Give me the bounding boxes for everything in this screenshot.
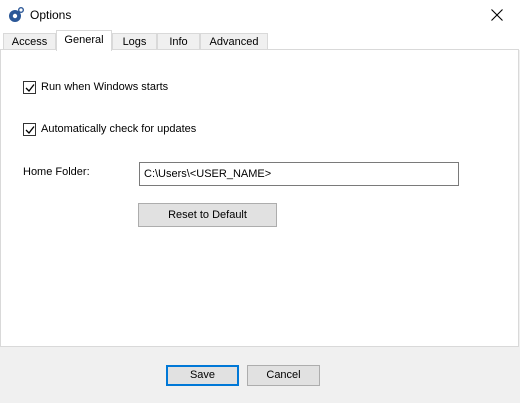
close-icon [491,9,503,21]
home-folder-input[interactable] [139,162,459,186]
tab-strip: Access General Logs Info Advanced [0,30,520,51]
cancel-button[interactable]: Cancel [247,365,320,386]
close-button[interactable] [474,0,520,30]
tab-access[interactable]: Access [3,33,56,50]
run-on-startup-checkbox[interactable] [23,81,36,94]
reset-to-default-button[interactable]: Reset to Default [138,203,277,227]
window-title: Options [30,8,72,22]
app-gear-icon [8,7,24,23]
general-tab-panel: Run when Windows starts Automatically ch… [0,49,519,347]
title-bar: Options [0,0,520,30]
tab-logs[interactable]: Logs [112,33,157,50]
tab-general[interactable]: General [56,30,112,51]
checkmark-icon [25,126,35,134]
checkmark-icon [25,84,35,92]
tab-advanced[interactable]: Advanced [200,33,268,50]
auto-update-checkbox[interactable] [23,123,36,136]
run-on-startup-label[interactable]: Run when Windows starts [41,81,168,94]
tab-info[interactable]: Info [157,33,200,50]
auto-update-label[interactable]: Automatically check for updates [41,123,196,136]
home-folder-label: Home Folder: [23,166,90,178]
save-button[interactable]: Save [166,365,239,386]
